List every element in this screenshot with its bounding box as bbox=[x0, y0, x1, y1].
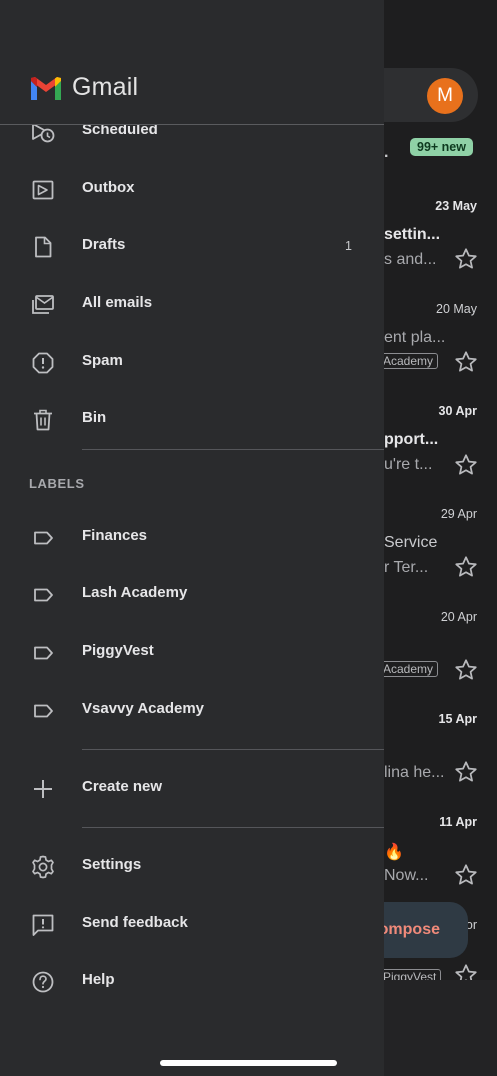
drawer-item-label: Settings bbox=[82, 856, 142, 873]
email-subject: 🔥 bbox=[384, 844, 404, 861]
spam-icon bbox=[32, 352, 54, 374]
divider bbox=[82, 827, 384, 828]
email-date: 23 May bbox=[435, 199, 477, 213]
drawer-item-label: All emails bbox=[82, 294, 153, 311]
label-icon bbox=[34, 588, 53, 602]
email-date: 20 May bbox=[436, 302, 477, 316]
email-snippet: ent pla... bbox=[384, 329, 446, 346]
email-snippet: r Ter... bbox=[384, 559, 429, 576]
label-icon bbox=[34, 646, 53, 660]
email-label-tag: Academy bbox=[378, 353, 439, 369]
drafts-count: 1 bbox=[345, 239, 352, 253]
email-snippet: s and... bbox=[384, 251, 437, 268]
drawer-item-label-piggyvest[interactable]: PiggyVest bbox=[0, 624, 384, 681]
email-date: 20 Apr bbox=[440, 610, 477, 624]
drawer-item-label: PiggyVest bbox=[82, 642, 154, 659]
all-mail-icon bbox=[32, 295, 54, 314]
label-icon bbox=[34, 704, 53, 718]
email-snippet: Now... bbox=[384, 867, 429, 884]
labels-heading: LABELS bbox=[29, 476, 85, 491]
feedback-icon bbox=[32, 914, 54, 936]
drawer-item-label: Vsavvy Academy bbox=[82, 700, 205, 717]
drafts-icon bbox=[35, 236, 52, 258]
navigation-drawer: Gmail Scheduled Outbox Drafts 1 All emai… bbox=[0, 0, 384, 1076]
drawer-item-all-emails[interactable]: All emails bbox=[0, 276, 384, 333]
email-date: 11 Apr bbox=[439, 815, 477, 829]
new-count-badge: 99+ new bbox=[410, 138, 473, 156]
drawer-item-settings[interactable]: Settings bbox=[0, 838, 384, 895]
home-indicator[interactable] bbox=[160, 1060, 337, 1066]
inbox-dot: . bbox=[384, 144, 389, 161]
label-icon bbox=[34, 531, 53, 545]
drawer-item-bin[interactable]: Bin bbox=[0, 391, 384, 448]
divider bbox=[82, 749, 384, 750]
email-snippet: lina he... bbox=[384, 764, 445, 781]
star-icon[interactable] bbox=[453, 657, 479, 683]
gmail-logo-icon bbox=[31, 77, 61, 100]
email-date: 15 Apr bbox=[438, 712, 477, 726]
plus-icon bbox=[34, 780, 52, 798]
app-title: Gmail bbox=[72, 73, 139, 101]
drawer-item-label-lash-academy[interactable]: Lash Academy bbox=[0, 566, 384, 623]
star-icon[interactable] bbox=[453, 862, 479, 888]
star-icon[interactable] bbox=[453, 759, 479, 785]
create-new-label: Create new bbox=[82, 778, 163, 795]
drawer-item-label: Send feedback bbox=[82, 914, 188, 931]
outbox-icon bbox=[32, 180, 54, 200]
drawer-item-label-vsavvy-academy[interactable]: Vsavvy Academy bbox=[0, 682, 384, 739]
drawer-item-help[interactable]: Help bbox=[0, 953, 384, 1010]
star-icon[interactable] bbox=[453, 349, 479, 375]
email-snippet: Service bbox=[384, 534, 438, 551]
drawer-item-label: Lash Academy bbox=[82, 584, 188, 601]
email-subject: settin... bbox=[384, 226, 441, 243]
settings-icon bbox=[32, 855, 54, 879]
drawer-item-label: Finances bbox=[82, 527, 148, 544]
create-new-label-button[interactable]: Create new bbox=[0, 760, 384, 817]
email-subject: pport... bbox=[384, 431, 439, 448]
drawer-item-label: Drafts bbox=[82, 236, 126, 253]
star-icon[interactable] bbox=[453, 452, 479, 478]
drawer-item-outbox[interactable]: Outbox bbox=[0, 161, 384, 218]
drawer-item-label: Spam bbox=[82, 352, 123, 369]
drawer-item-spam[interactable]: Spam bbox=[0, 334, 384, 391]
drawer-item-label: Outbox bbox=[82, 179, 135, 196]
drawer-header: Gmail bbox=[0, 0, 384, 125]
drawer-item-drafts[interactable]: Drafts 1 bbox=[0, 218, 384, 275]
divider bbox=[82, 449, 384, 450]
drawer-item-label: Bin bbox=[82, 409, 107, 426]
bottom-nav-bar bbox=[384, 980, 497, 1076]
email-snippet: u're t... bbox=[384, 456, 433, 473]
star-icon[interactable] bbox=[453, 246, 479, 272]
drawer-item-send-feedback[interactable]: Send feedback bbox=[0, 896, 384, 953]
help-icon bbox=[32, 971, 54, 993]
email-date: 30 Apr bbox=[438, 404, 477, 418]
star-icon[interactable] bbox=[453, 554, 479, 580]
email-date: 29 Apr bbox=[440, 507, 477, 521]
bin-icon bbox=[34, 409, 52, 431]
email-label-tag: Academy bbox=[378, 661, 439, 677]
drawer-item-label-finances[interactable]: Finances bbox=[0, 509, 384, 566]
avatar[interactable]: M bbox=[427, 78, 463, 114]
drawer-item-label: Help bbox=[82, 971, 115, 988]
